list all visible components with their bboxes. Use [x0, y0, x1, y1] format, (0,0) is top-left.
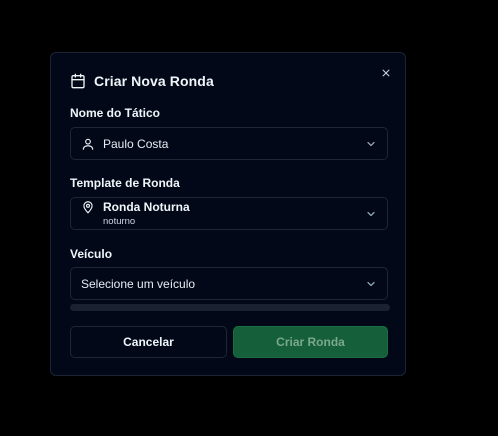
tactical-name-value: Paulo Costa — [103, 136, 169, 151]
vehicle-label: Veículo — [70, 247, 113, 261]
dialog-title: Criar Nova Ronda — [94, 73, 214, 89]
tactical-name-select[interactable]: Paulo Costa — [70, 127, 388, 160]
horizontal-scrollbar[interactable] — [70, 304, 390, 311]
cancel-button[interactable]: Cancelar — [70, 326, 227, 358]
map-pin-icon — [81, 200, 95, 214]
chevron-down-icon — [365, 208, 377, 220]
close-button[interactable] — [379, 66, 393, 80]
tactical-name-label: Nome do Tático — [70, 106, 161, 120]
template-selection: Ronda Noturna noturno — [81, 200, 190, 227]
user-icon — [81, 137, 95, 151]
vehicle-select[interactable]: Selecione um veículo — [70, 267, 388, 300]
dialog-header: Criar Nova Ronda — [70, 73, 214, 89]
chevron-down-icon — [365, 278, 377, 290]
close-icon — [381, 68, 391, 78]
vehicle-placeholder: Selecione um veículo — [81, 276, 196, 291]
create-patrol-dialog: Criar Nova Ronda Nome do Tático Paulo Co… — [50, 52, 406, 376]
template-subvalue: noturno — [103, 216, 136, 227]
calendar-icon — [70, 73, 86, 89]
template-value: Ronda Noturna — [103, 200, 190, 214]
create-patrol-button[interactable]: Criar Ronda — [233, 326, 388, 358]
chevron-down-icon — [365, 138, 377, 150]
template-select[interactable]: Ronda Noturna noturno — [70, 197, 388, 230]
template-label: Template de Ronda — [70, 176, 180, 190]
